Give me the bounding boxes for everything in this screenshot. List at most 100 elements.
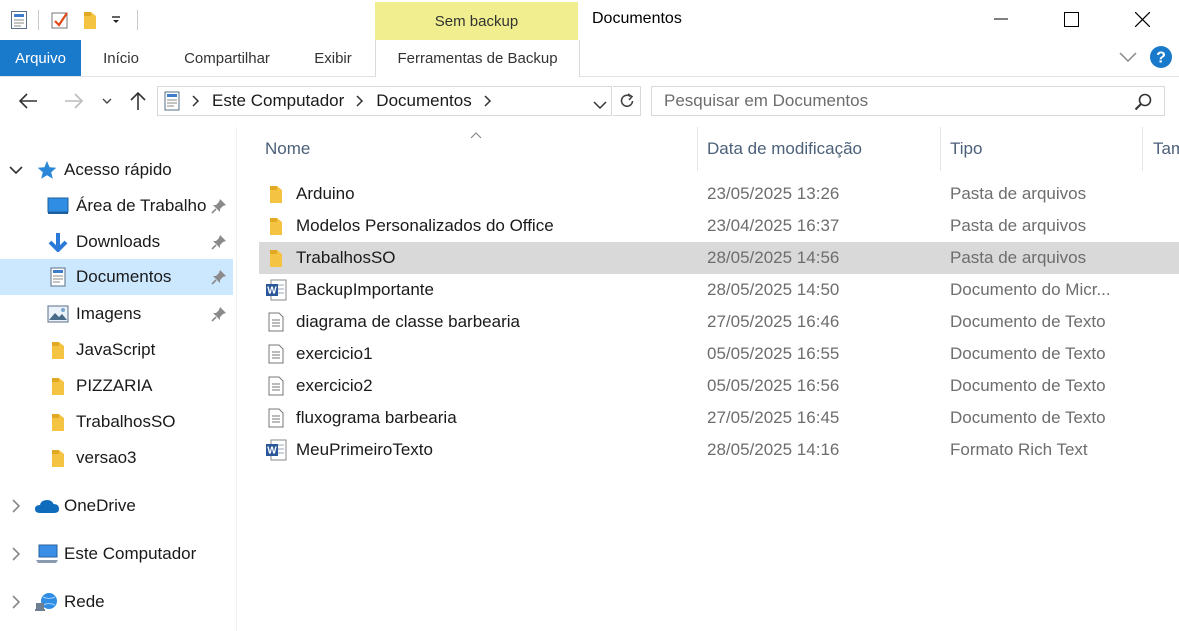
new-folder-icon[interactable] (79, 9, 101, 31)
file-type: Documento de Texto (950, 408, 1106, 427)
file-date: 05/05/2025 16:56 (707, 376, 840, 395)
column-divider[interactable] (1142, 127, 1143, 171)
nav-item-javascript[interactable]: JavaScript (0, 332, 233, 368)
table-row[interactable]: exercicio1 05/05/2025 16:55 Documento de… (259, 338, 1179, 370)
column-header-type[interactable]: Tipo (950, 127, 982, 171)
address-bar[interactable]: Este Computador Documentos (157, 86, 612, 116)
breadcrumb-chevron-icon[interactable] (192, 95, 200, 107)
table-row[interactable]: Modelos Personalizados do Office 23/04/2… (259, 210, 1179, 242)
tab-arquivo[interactable]: Arquivo (0, 40, 81, 76)
column-divider[interactable] (940, 127, 941, 171)
nav-onedrive[interactable]: OneDrive (0, 488, 233, 524)
forward-arrow-icon (65, 93, 84, 109)
title-bar: Sem backup Documentos (0, 0, 1179, 40)
table-row[interactable]: exercicio2 05/05/2025 16:56 Documento de… (259, 370, 1179, 402)
file-date: 28/05/2025 14:16 (707, 440, 840, 459)
quick-access-toolbar (8, 6, 148, 34)
file-date: 23/05/2025 13:26 (707, 184, 840, 203)
table-row-selected[interactable]: TrabalhosSO 28/05/2025 14:56 Pasta de ar… (259, 242, 1179, 274)
text-file-icon (265, 311, 287, 333)
refresh-icon (620, 93, 633, 107)
pin-icon[interactable] (211, 234, 227, 255)
checklist-icon[interactable] (49, 9, 71, 31)
table-row[interactable]: W MeuPrimeiroTexto 28/05/2025 14:16 Form… (259, 434, 1179, 466)
up-button[interactable] (124, 87, 152, 115)
breadcrumb-documentos[interactable]: Documentos (376, 91, 471, 111)
file-date: 23/04/2025 16:37 (707, 216, 840, 235)
file-date: 27/05/2025 16:46 (707, 312, 840, 331)
breadcrumb-este-computador[interactable]: Este Computador (212, 91, 344, 111)
search-icon[interactable] (1134, 93, 1152, 116)
minimize-button[interactable] (966, 0, 1036, 38)
maximize-button[interactable] (1036, 0, 1106, 38)
pin-icon[interactable] (211, 198, 227, 219)
folder-icon (47, 447, 69, 469)
breadcrumb-chevron-icon[interactable] (356, 95, 364, 107)
table-row[interactable]: Arduino 23/05/2025 13:26 Pasta de arquiv… (259, 178, 1179, 210)
search-input[interactable] (662, 90, 1106, 112)
nav-label: Imagens (76, 304, 142, 323)
tab-ferramentas-de-backup[interactable]: Ferramentas de Backup (375, 40, 580, 77)
folder-icon (265, 247, 287, 269)
word-icon: W (265, 279, 287, 301)
tab-inicio[interactable]: Início (95, 40, 147, 76)
expand-ribbon-icon[interactable] (1119, 50, 1137, 68)
tab-compartilhar[interactable]: Compartilhar (170, 40, 284, 76)
help-icon[interactable]: ? (1149, 45, 1173, 74)
table-row[interactable]: fluxograma barbearia 27/05/2025 16:45 Do… (259, 402, 1179, 434)
customize-toolbar-dropdown-icon[interactable] (109, 9, 123, 31)
computer-icon (34, 543, 60, 565)
ribbon-tabs: Arquivo Início Compartilhar Exibir Ferra… (0, 40, 1179, 77)
nav-item-imagens[interactable]: Imagens (0, 296, 233, 332)
folder-icon (47, 375, 69, 397)
recent-locations-button[interactable] (98, 87, 116, 115)
close-button[interactable] (1107, 0, 1177, 38)
column-divider[interactable] (697, 127, 698, 171)
chevron-right-icon[interactable] (8, 594, 24, 610)
pin-icon[interactable] (211, 269, 227, 290)
table-row[interactable]: diagrama de classe barbearia 27/05/2025 … (259, 306, 1179, 338)
breadcrumb-chevron-icon[interactable] (484, 95, 492, 107)
forward-button[interactable] (60, 87, 88, 115)
nav-este-computador[interactable]: Este Computador (0, 536, 233, 572)
network-icon (34, 591, 60, 613)
contextual-tab-header: Sem backup (375, 2, 578, 40)
chevron-down-icon (102, 98, 112, 104)
column-header-size[interactable]: Tam (1153, 127, 1179, 171)
table-row[interactable]: W BackupImportante 28/05/2025 14:50 Docu… (259, 274, 1179, 306)
nav-label: Downloads (76, 232, 161, 251)
chevron-down-icon[interactable] (8, 162, 24, 178)
chevron-right-icon[interactable] (8, 546, 24, 562)
file-type: Pasta de arquivos (950, 248, 1087, 267)
address-history-dropdown-icon[interactable] (593, 95, 607, 115)
folder-icon (265, 215, 287, 237)
back-button[interactable] (14, 87, 42, 115)
properties-icon[interactable] (8, 9, 30, 31)
file-type: Pasta de arquivos (950, 184, 1087, 203)
file-name: diagrama de classe barbearia (296, 312, 520, 331)
nav-item-trabalhosso[interactable]: TrabalhosSO (0, 404, 233, 440)
nav-label: Rede (64, 592, 105, 611)
nav-label: versao3 (76, 448, 137, 467)
file-name: Modelos Personalizados do Office (296, 216, 554, 235)
file-name: fluxograma barbearia (296, 408, 457, 427)
nav-item-area-de-trabalho[interactable]: Área de Trabalho (0, 188, 233, 224)
refresh-button[interactable] (613, 86, 641, 116)
nav-item-versao3[interactable]: versao3 (0, 440, 233, 476)
file-date: 05/05/2025 16:55 (707, 344, 840, 363)
nav-rede[interactable]: Rede (0, 584, 233, 620)
nav-label: Acesso rápido (64, 160, 172, 179)
pin-icon[interactable] (211, 306, 227, 327)
navigation-pane: Acesso rápido Área de Trabalho Downloads… (0, 127, 237, 631)
nav-item-documentos[interactable]: Documentos (0, 259, 233, 295)
column-header-date[interactable]: Data de modificação (707, 127, 862, 171)
column-header-name[interactable]: Nome (265, 127, 310, 171)
file-type: Pasta de arquivos (950, 216, 1087, 235)
tab-exibir[interactable]: Exibir (305, 40, 361, 76)
folder-icon (47, 339, 69, 361)
nav-item-downloads[interactable]: Downloads (0, 224, 233, 260)
nav-item-pizzaria[interactable]: PIZZARIA (0, 368, 233, 404)
nav-quick-access[interactable]: Acesso rápido (0, 152, 233, 188)
chevron-right-icon[interactable] (8, 498, 24, 514)
desktop-icon (47, 195, 69, 217)
